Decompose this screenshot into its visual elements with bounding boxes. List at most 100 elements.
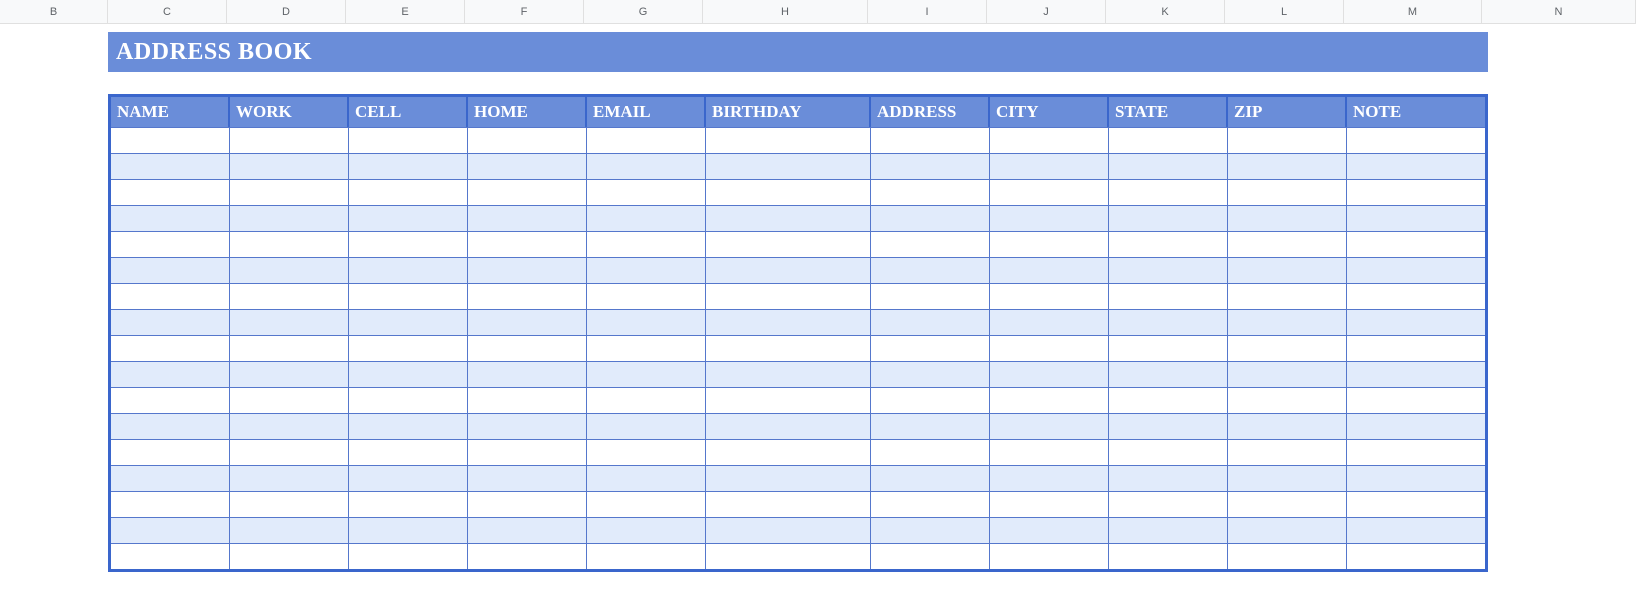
- table-cell[interactable]: [871, 517, 990, 543]
- column-header[interactable]: N: [1482, 0, 1636, 23]
- table-cell[interactable]: [990, 231, 1109, 257]
- table-header-cell[interactable]: BIRTHDAY: [706, 97, 871, 127]
- table-cell[interactable]: [1109, 205, 1228, 231]
- table-cell[interactable]: [990, 153, 1109, 179]
- table-cell[interactable]: [871, 127, 990, 153]
- table-cell[interactable]: [111, 257, 230, 283]
- table-cell[interactable]: [1109, 127, 1228, 153]
- table-cell[interactable]: [468, 179, 587, 205]
- table-cell[interactable]: [230, 335, 349, 361]
- table-cell[interactable]: [349, 127, 468, 153]
- table-cell[interactable]: [1347, 179, 1485, 205]
- table-cell[interactable]: [230, 205, 349, 231]
- table-cell[interactable]: [468, 361, 587, 387]
- table-cell[interactable]: [230, 283, 349, 309]
- table-cell[interactable]: [871, 179, 990, 205]
- table-cell[interactable]: [990, 517, 1109, 543]
- table-cell[interactable]: [587, 361, 706, 387]
- table-cell[interactable]: [349, 361, 468, 387]
- table-cell[interactable]: [871, 387, 990, 413]
- table-cell[interactable]: [111, 543, 230, 569]
- table-cell[interactable]: [990, 309, 1109, 335]
- table-cell[interactable]: [587, 205, 706, 231]
- column-header[interactable]: L: [1225, 0, 1344, 23]
- table-cell[interactable]: [587, 257, 706, 283]
- table-header-cell[interactable]: CITY: [990, 97, 1109, 127]
- table-cell[interactable]: [349, 309, 468, 335]
- table-cell[interactable]: [468, 257, 587, 283]
- table-cell[interactable]: [587, 387, 706, 413]
- table-cell[interactable]: [587, 309, 706, 335]
- table-cell[interactable]: [349, 439, 468, 465]
- table-cell[interactable]: [349, 153, 468, 179]
- table-cell[interactable]: [1228, 283, 1347, 309]
- table-cell[interactable]: [1347, 283, 1485, 309]
- table-cell[interactable]: [1228, 361, 1347, 387]
- table-cell[interactable]: [111, 179, 230, 205]
- column-header[interactable]: B: [0, 0, 108, 23]
- table-cell[interactable]: [1228, 439, 1347, 465]
- table-cell[interactable]: [706, 153, 871, 179]
- table-cell[interactable]: [587, 439, 706, 465]
- table-cell[interactable]: [1109, 413, 1228, 439]
- table-cell[interactable]: [349, 465, 468, 491]
- table-cell[interactable]: [111, 387, 230, 413]
- table-cell[interactable]: [990, 387, 1109, 413]
- table-cell[interactable]: [587, 283, 706, 309]
- table-cell[interactable]: [230, 543, 349, 569]
- table-cell[interactable]: [468, 231, 587, 257]
- table-cell[interactable]: [111, 517, 230, 543]
- table-header-cell[interactable]: NAME: [111, 97, 230, 127]
- table-cell[interactable]: [990, 283, 1109, 309]
- table-cell[interactable]: [990, 179, 1109, 205]
- table-cell[interactable]: [349, 491, 468, 517]
- table-cell[interactable]: [1347, 543, 1485, 569]
- table-header-cell[interactable]: CELL: [349, 97, 468, 127]
- table-cell[interactable]: [468, 335, 587, 361]
- table-header-cell[interactable]: HOME: [468, 97, 587, 127]
- table-cell[interactable]: [1228, 153, 1347, 179]
- table-cell[interactable]: [587, 517, 706, 543]
- table-cell[interactable]: [871, 309, 990, 335]
- column-header[interactable]: D: [227, 0, 346, 23]
- table-cell[interactable]: [1228, 231, 1347, 257]
- table-cell[interactable]: [706, 543, 871, 569]
- table-cell[interactable]: [349, 257, 468, 283]
- table-cell[interactable]: [468, 517, 587, 543]
- table-cell[interactable]: [587, 491, 706, 517]
- table-cell[interactable]: [111, 413, 230, 439]
- table-cell[interactable]: [230, 439, 349, 465]
- column-header[interactable]: M: [1344, 0, 1482, 23]
- table-cell[interactable]: [1228, 309, 1347, 335]
- table-cell[interactable]: [706, 491, 871, 517]
- table-cell[interactable]: [230, 127, 349, 153]
- table-cell[interactable]: [1347, 205, 1485, 231]
- table-cell[interactable]: [111, 361, 230, 387]
- table-cell[interactable]: [706, 439, 871, 465]
- table-cell[interactable]: [871, 491, 990, 517]
- table-cell[interactable]: [587, 413, 706, 439]
- table-header-cell[interactable]: WORK: [230, 97, 349, 127]
- table-cell[interactable]: [1347, 465, 1485, 491]
- column-header[interactable]: E: [346, 0, 465, 23]
- table-cell[interactable]: [468, 413, 587, 439]
- table-cell[interactable]: [990, 491, 1109, 517]
- table-cell[interactable]: [1347, 335, 1485, 361]
- table-cell[interactable]: [468, 153, 587, 179]
- table-cell[interactable]: [111, 439, 230, 465]
- table-cell[interactable]: [468, 283, 587, 309]
- table-cell[interactable]: [990, 439, 1109, 465]
- table-cell[interactable]: [468, 465, 587, 491]
- table-cell[interactable]: [349, 205, 468, 231]
- table-cell[interactable]: [1347, 231, 1485, 257]
- table-cell[interactable]: [1109, 179, 1228, 205]
- table-cell[interactable]: [706, 361, 871, 387]
- table-cell[interactable]: [706, 179, 871, 205]
- table-cell[interactable]: [230, 413, 349, 439]
- table-cell[interactable]: [111, 465, 230, 491]
- table-cell[interactable]: [349, 413, 468, 439]
- table-cell[interactable]: [1109, 543, 1228, 569]
- table-cell[interactable]: [349, 517, 468, 543]
- table-cell[interactable]: [1347, 257, 1485, 283]
- table-cell[interactable]: [230, 491, 349, 517]
